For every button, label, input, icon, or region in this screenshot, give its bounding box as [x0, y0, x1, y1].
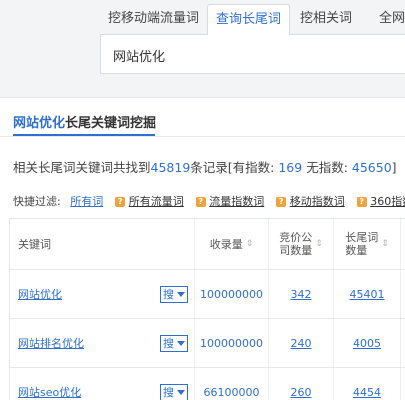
header-bid-line2: 司数量 — [279, 244, 313, 257]
tab-mobile-traffic-words[interactable]: 挖移动端流量词 — [108, 4, 199, 34]
longtail-link[interactable]: 4454 — [353, 386, 381, 399]
help-icon[interactable]: ? — [356, 197, 367, 207]
table-row: 网站seo优化 搜 66100000 260 4454 — [10, 368, 405, 400]
indexed-cell: 100000000 — [195, 319, 269, 367]
indexed-value: 66100000 — [203, 385, 260, 399]
filter-all-words[interactable]: 所有词 — [70, 195, 103, 208]
search-input-value: 网站优化 — [113, 50, 166, 65]
header-longtail-count[interactable]: 长尾词 数量 ⇕ — [334, 219, 401, 269]
help-icon[interactable]: ? — [115, 197, 126, 207]
header-bid-companies[interactable]: 竞价公 司数量 ⇕ — [269, 219, 334, 269]
sort-icon[interactable]: ⇕ — [315, 239, 323, 249]
search-btn-label: 搜 — [163, 386, 174, 399]
header-bid-line1: 竞价公 — [279, 231, 313, 244]
bid-cell: 260 — [269, 368, 334, 400]
keyword-link[interactable]: 网站优化 — [18, 286, 62, 302]
help-icon[interactable]: ? — [276, 197, 287, 207]
search-btn-label: 搜 — [163, 288, 174, 301]
header-longtail-line1: 长尾词 — [345, 231, 379, 244]
search-btn-label: 搜 — [163, 337, 174, 350]
table-row: 网站排名优化 搜 100000000 240 4005 — [10, 319, 405, 368]
header-overflow — [401, 219, 405, 269]
search-dropdown-button[interactable]: 搜 — [160, 286, 188, 303]
summary-without-index: 45650 — [351, 160, 392, 175]
caret-down-icon — [177, 390, 185, 395]
summary-prefix: 相关长尾词关键词共找到 — [13, 160, 151, 175]
tab-related-words[interactable]: 挖相关词 — [300, 4, 352, 34]
longtail-cell: 45401 — [334, 270, 401, 318]
bid-link[interactable]: 240 — [291, 337, 312, 350]
search-dropdown-button[interactable]: 搜 — [160, 384, 188, 400]
tab-bar: 挖移动端流量词 查询长尾词 挖相关词 全网 — [0, 0, 405, 35]
bid-link[interactable]: 342 — [291, 288, 312, 301]
keyword-link[interactable]: 网站排名优化 — [18, 335, 84, 351]
results-summary: 相关长尾词关键词共找到45819条记录[有指数: 169 无指数: 45650] — [13, 157, 397, 176]
results-panel: 网站优化长尾关键词挖掘 相关长尾词关键词共找到45819条记录[有指数: 169… — [0, 97, 405, 400]
quick-filters: 快捷过滤: 所有词? 所有流量词? 流量指数词? 移动指数词? 360指数词 — [13, 193, 405, 209]
bid-link[interactable]: 260 — [291, 386, 312, 399]
bid-cell: 342 — [269, 270, 334, 318]
summary-with-index: 169 — [278, 160, 303, 175]
table-row: 网站优化 搜 100000000 342 45401 — [10, 270, 405, 319]
search-dropdown-button[interactable]: 搜 — [160, 335, 188, 352]
longtail-cell: 4005 — [334, 319, 401, 367]
longtail-cell: 4454 — [334, 368, 401, 400]
header-bid-label: 竞价公 司数量 — [279, 231, 312, 257]
tab-all-web[interactable]: 全网 — [379, 4, 405, 34]
panel-title: 网站优化长尾关键词挖掘 — [13, 112, 156, 131]
overflow-cell — [401, 319, 405, 367]
summary-mid2: 无指数: — [306, 160, 348, 175]
sort-icon[interactable]: ⇕ — [246, 239, 254, 249]
help-icon[interactable]: ? — [195, 197, 206, 207]
header-longtail-label: 长尾词 数量 — [345, 231, 378, 257]
sort-icon[interactable]: ⇕ — [381, 239, 389, 249]
panel-divider — [0, 136, 405, 137]
header-indexed[interactable]: 收录量 ⇕ — [195, 219, 269, 269]
table-header-row: 关键词 收录量 ⇕ 竞价公 司数量 ⇕ 长尾词 数量 ⇕ — [10, 219, 405, 270]
header-keyword[interactable]: 关键词 — [10, 219, 195, 269]
longtail-link[interactable]: 45401 — [350, 288, 385, 301]
summary-total: 45819 — [150, 160, 191, 175]
longtail-link[interactable]: 4005 — [353, 337, 381, 350]
summary-mid: 条记录[有指数: — [190, 160, 275, 175]
header-longtail-line2: 数量 — [345, 244, 368, 257]
keyword-cell: 网站优化 搜 — [10, 270, 195, 318]
keyword-cell: 网站seo优化 搜 — [10, 368, 195, 400]
keyword-table: 关键词 收录量 ⇕ 竞价公 司数量 ⇕ 长尾词 数量 ⇕ 网站优化 搜 100000000… — [9, 218, 405, 400]
tab-longtail-query[interactable]: 查询长尾词 — [207, 4, 291, 35]
caret-down-icon — [177, 341, 185, 346]
overflow-cell — [401, 270, 405, 318]
indexed-value: 100000000 — [200, 287, 263, 301]
panel-title-suffix: 长尾关键词挖掘 — [65, 116, 157, 131]
overflow-cell — [401, 368, 405, 400]
bid-cell: 240 — [269, 319, 334, 367]
panel-title-keyword: 网站优化 — [13, 116, 66, 131]
header-indexed-label: 收录量 — [209, 238, 243, 251]
filter-360-index-words[interactable]: 360指数词 — [370, 195, 405, 208]
search-input[interactable]: 网站优化 — [100, 34, 405, 74]
filter-all-traffic-words[interactable]: 所有流量词 — [129, 195, 184, 208]
filter-mobile-index-words[interactable]: 移动指数词 — [290, 195, 345, 208]
summary-suffix: ] — [391, 160, 397, 175]
keyword-link[interactable]: 网站seo优化 — [18, 384, 81, 400]
filter-traffic-index-words[interactable]: 流量指数词 — [209, 195, 264, 208]
filter-label: 快捷过滤: — [13, 195, 61, 208]
indexed-cell: 66100000 — [195, 368, 269, 400]
indexed-value: 100000000 — [200, 336, 263, 350]
indexed-cell: 100000000 — [195, 270, 269, 318]
header-keyword-label: 关键词 — [18, 238, 51, 251]
caret-down-icon — [177, 292, 185, 297]
panel-title-underline — [13, 134, 155, 136]
keyword-cell: 网站排名优化 搜 — [10, 319, 195, 367]
